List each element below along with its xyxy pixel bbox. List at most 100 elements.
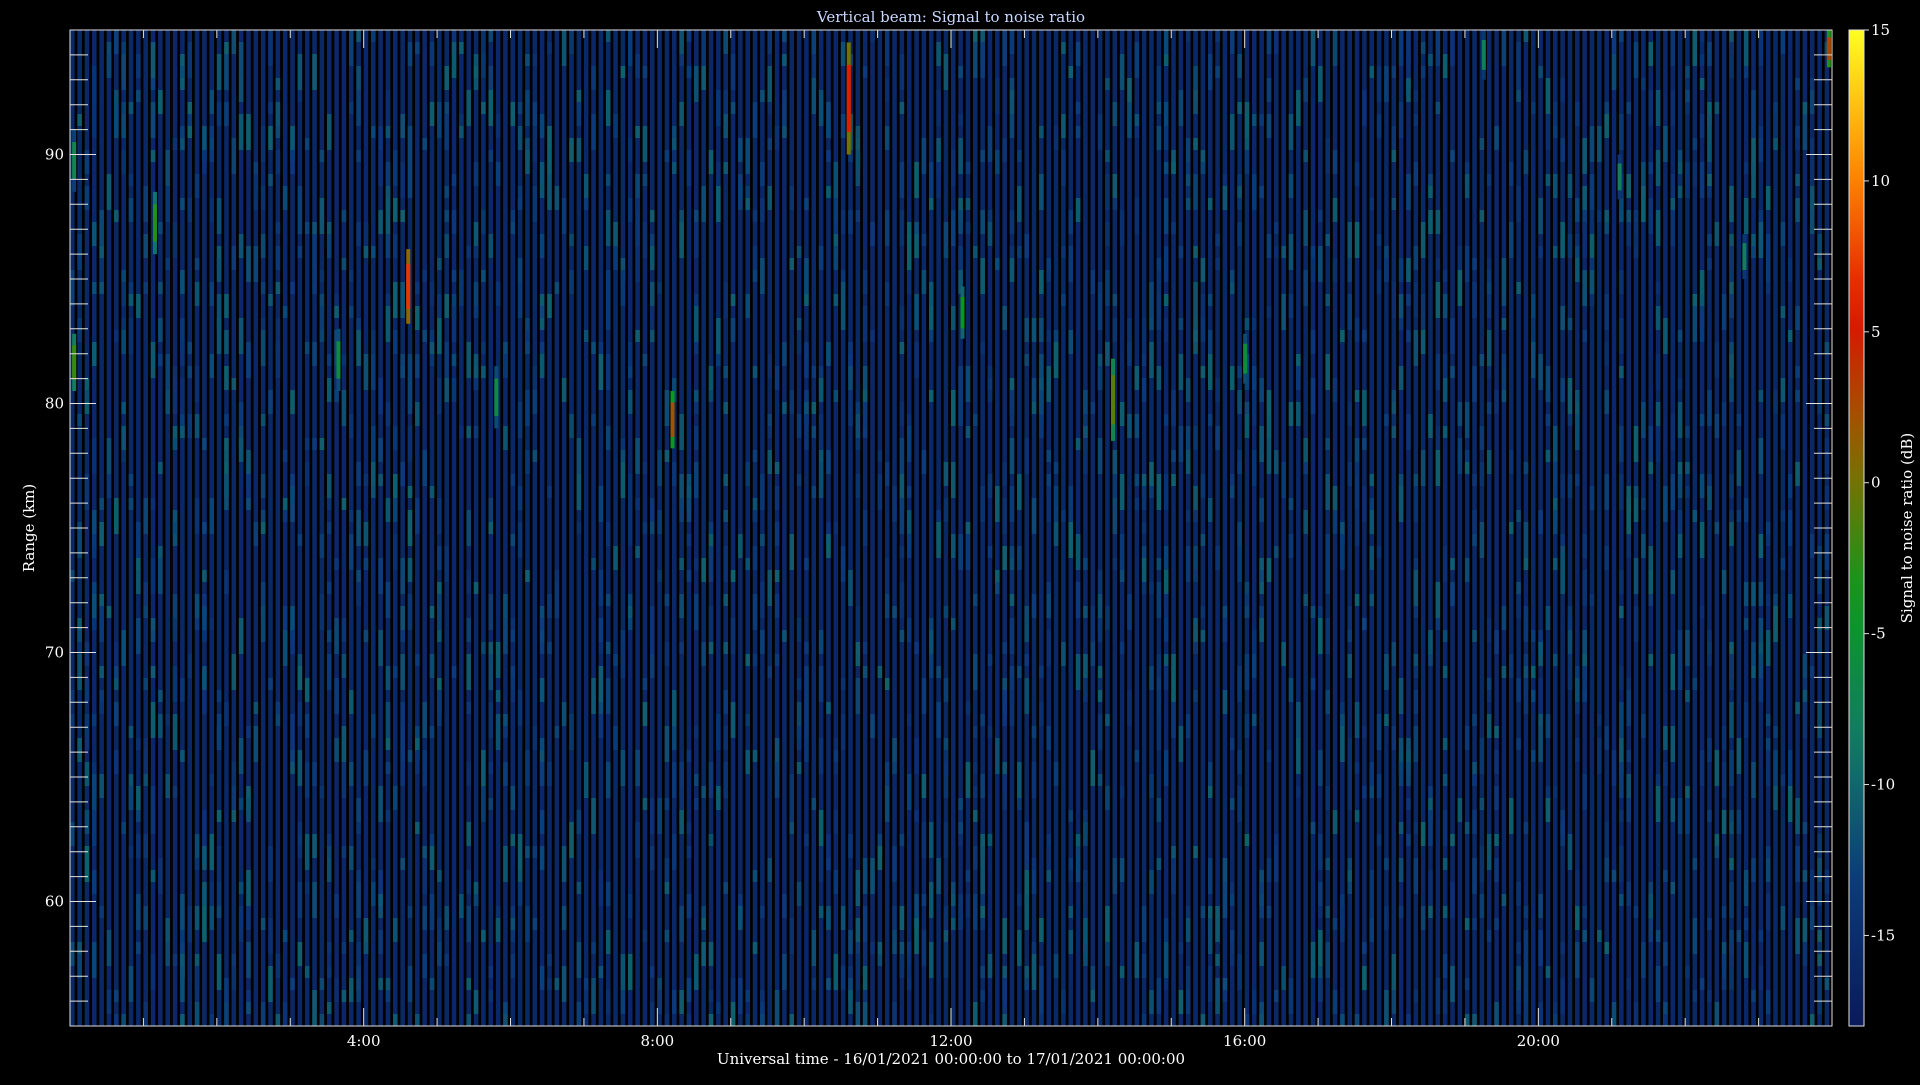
noise-cell [150,630,156,642]
noise-cell [672,462,677,486]
noise-cell [525,342,530,354]
noise-cell [627,606,633,618]
noise-cell [906,774,912,810]
noise-cell [1729,882,1734,918]
noise-cell [1149,582,1154,594]
colorbar-tick-label: 10 [1871,172,1890,190]
noise-cell [591,678,596,714]
noise-cell [657,570,662,582]
noise-cell [1318,606,1323,618]
noise-cell [121,402,126,414]
noise-cell [1024,654,1029,666]
noise-cell [1508,222,1514,258]
y-tick-label: 90 [45,146,64,164]
noise-cell [1817,882,1822,906]
noise-cell [121,330,126,354]
noise-cell [569,414,574,438]
noise-cell [1031,594,1037,618]
noise-cell [326,846,332,858]
noise-cell [951,162,956,186]
noise-cell [1127,78,1132,102]
noise-cell [1802,918,1808,942]
noise-cell [958,66,963,78]
noise-cell [1296,402,1301,426]
noise-cell [723,162,728,174]
noise-cell [1141,582,1147,594]
noise-cell [1296,90,1301,126]
noise-cell [1002,714,1007,726]
noise-cell [1002,774,1007,810]
noise-cell [1193,330,1198,342]
noise-cell [1707,234,1712,246]
noise-cell [415,498,420,534]
noise-cell [172,138,178,150]
noise-cell [605,762,611,798]
noise-cell [943,222,949,258]
noise-cell [826,906,831,930]
noise-cell [694,726,699,738]
noise-cell [973,654,978,690]
noise-cell [833,246,839,270]
noise-cell [818,846,824,882]
noise-cell [554,570,560,582]
noise-cell [716,714,721,750]
noise-cell [1486,690,1492,702]
noise-cell [1817,258,1822,270]
noise-cell [275,78,281,90]
noise-cell [635,438,640,474]
noise-cell [1009,114,1015,138]
noise-cell [694,594,699,630]
noise-cell [1193,642,1198,654]
noise-cell [1222,990,1228,1002]
noise-column [1736,30,1742,1026]
noise-cell [1244,1014,1250,1026]
noise-cell [1707,642,1712,654]
noise-cell [246,942,251,978]
noise-cell [818,666,824,702]
noise-cell [158,282,163,294]
noise-cell [1575,906,1580,930]
noise-cell [1413,858,1419,894]
noise-cell [297,882,303,918]
noise-cell [1516,54,1521,90]
noise-cell [488,762,494,774]
noise-cell [378,894,383,906]
noise-cell [1464,918,1470,930]
noise-cell [172,618,178,630]
noise-cell [1384,714,1389,726]
noise-cell [1406,174,1411,210]
noise-cell [1780,906,1786,930]
noise-column [921,30,927,1026]
noise-cell [752,750,758,762]
noise-cell [1641,186,1646,222]
noise-cell [848,834,853,858]
noise-cell [172,666,178,702]
noise-cell [936,90,941,126]
noise-cell [1824,342,1830,354]
noise-cell [818,738,824,774]
noise-cell [760,630,765,654]
noise-cell [510,618,516,630]
noise-cell [1545,78,1551,114]
noise-cell [495,918,501,942]
noise-cell [202,150,207,174]
noise-cell [1677,510,1683,534]
noise-cell [400,282,405,318]
noise-cell [1707,138,1712,162]
noise-cell [767,858,773,882]
noise-cell [980,486,985,522]
noise-cell [605,354,611,390]
noise-cell [943,678,949,702]
noise-cell [1031,762,1037,786]
noise-cell [444,342,449,378]
noise-cell [1486,294,1492,318]
noise-cell [539,234,545,258]
noise-cell [371,246,376,258]
noise-cell [1215,234,1220,246]
noise-cell [892,762,897,774]
noise-cell [275,714,281,726]
noise-cell [1061,114,1066,138]
noise-cell [1141,1014,1147,1026]
noise-cell [1626,882,1631,906]
noise-cell [1530,102,1536,114]
